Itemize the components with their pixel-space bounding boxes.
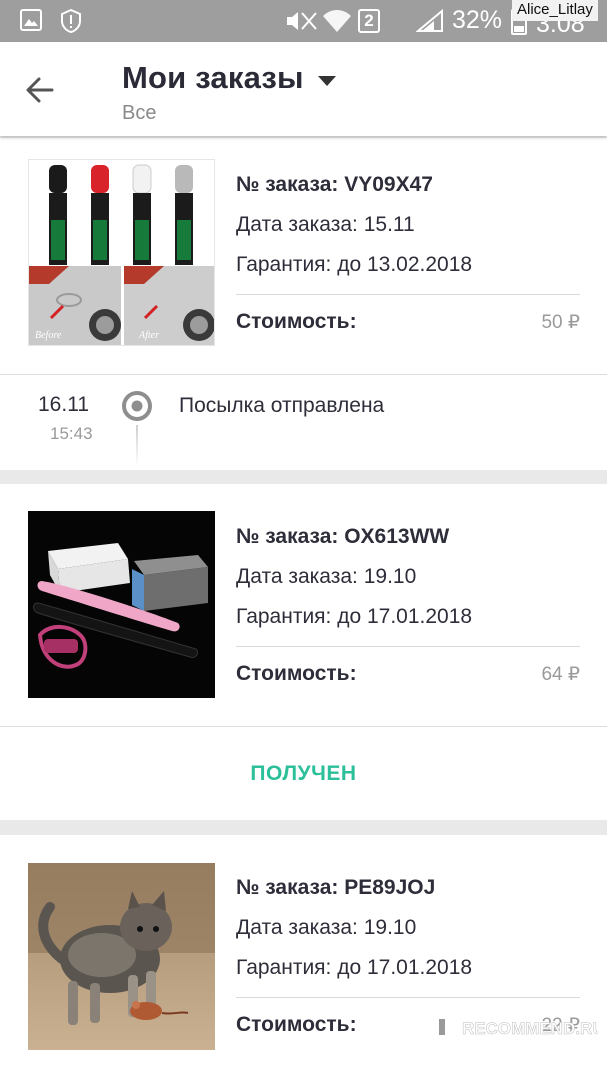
gallery-notification-icon	[20, 9, 42, 31]
filter-subtitle: Все	[122, 102, 157, 124]
before-label: Before	[35, 330, 62, 341]
tracking-status: Посылка отправлена	[179, 394, 385, 417]
signal-icon	[416, 9, 443, 32]
order-warranty: Гарантия: до 13.02.2018	[236, 253, 473, 276]
nail-kit-illustration	[28, 511, 215, 698]
order-number: № заказа: OX613WW	[236, 525, 450, 548]
alert-shield-icon	[61, 9, 81, 33]
watermark-text: RECOMMEND.RU	[462, 1019, 598, 1038]
order-card: Before After № заказа: VY09X47 Дата зака…	[0, 138, 607, 470]
price-row: Стоимость: 50 ₽	[236, 295, 580, 349]
order-number: № заказа: PE89JOJ	[236, 876, 436, 899]
received-button[interactable]: ПОЛУЧЕН	[0, 762, 607, 786]
price-value: 50 ₽	[541, 312, 580, 333]
order-info: № заказа: OX613WW Дата заказа: 19.10 Гар…	[236, 517, 580, 701]
order-card: № заказа: PE89JOJ Дата заказа: 19.10 Гар…	[0, 835, 607, 1080]
order-card: № заказа: OX613WW Дата заказа: 19.10 Гар…	[0, 484, 607, 820]
app-bar: Мои заказы Все	[0, 42, 607, 136]
price-value: 64 ₽	[541, 664, 580, 685]
order-date: Дата заказа: 19.10	[236, 565, 417, 588]
price-label: Стоимость:	[236, 1013, 357, 1036]
arrow-left-icon[interactable]	[22, 72, 58, 108]
product-image-kitten[interactable]	[28, 863, 215, 1050]
price-label: Стоимость:	[236, 662, 357, 685]
username-watermark: Alice_Litlay	[512, 0, 598, 21]
paint-pens-illustration: Before After	[29, 160, 214, 345]
timeline-line	[136, 425, 138, 467]
battery-percent: 32%	[452, 6, 503, 34]
page-title: Мои заказы	[122, 60, 304, 95]
caret-down-icon	[318, 75, 337, 86]
tracking-date: 16.11	[38, 393, 89, 416]
order-date: Дата заказа: 15.11	[236, 213, 415, 236]
tracking-row[interactable]: 16.11 15:43 Посылка отправлена	[0, 375, 607, 470]
order-warranty: Гарантия: до 17.01.2018	[236, 956, 473, 979]
tracking-time: 15:43	[50, 424, 93, 443]
status-bar: 2 32% 3:08 Alice_Litlay	[0, 0, 607, 42]
mute-icon	[287, 12, 317, 30]
order-number: № заказа: VY09X47	[236, 173, 433, 196]
order-warranty: Гарантия: до 17.01.2018	[236, 605, 473, 628]
sim-slot-badge: 2	[358, 9, 380, 33]
product-image-nail-kit[interactable]	[28, 511, 215, 698]
recommend-watermark: RECOMMEND.RU	[428, 1013, 598, 1041]
order-date: Дата заказа: 19.10	[236, 916, 417, 939]
card-divider	[0, 726, 607, 727]
price-label: Стоимость:	[236, 310, 357, 333]
after-label: After	[138, 330, 159, 341]
radio-dot-icon	[122, 391, 152, 421]
orders-filter-dropdown[interactable]: Мои заказы	[122, 60, 337, 96]
wifi-icon	[323, 10, 351, 32]
product-image-paint-pens[interactable]: Before After	[28, 159, 215, 346]
price-row: Стоимость: 64 ₽	[236, 647, 580, 701]
order-info: № заказа: VY09X47 Дата заказа: 15.11 Гар…	[236, 165, 580, 349]
kitten-illustration	[28, 863, 215, 1050]
